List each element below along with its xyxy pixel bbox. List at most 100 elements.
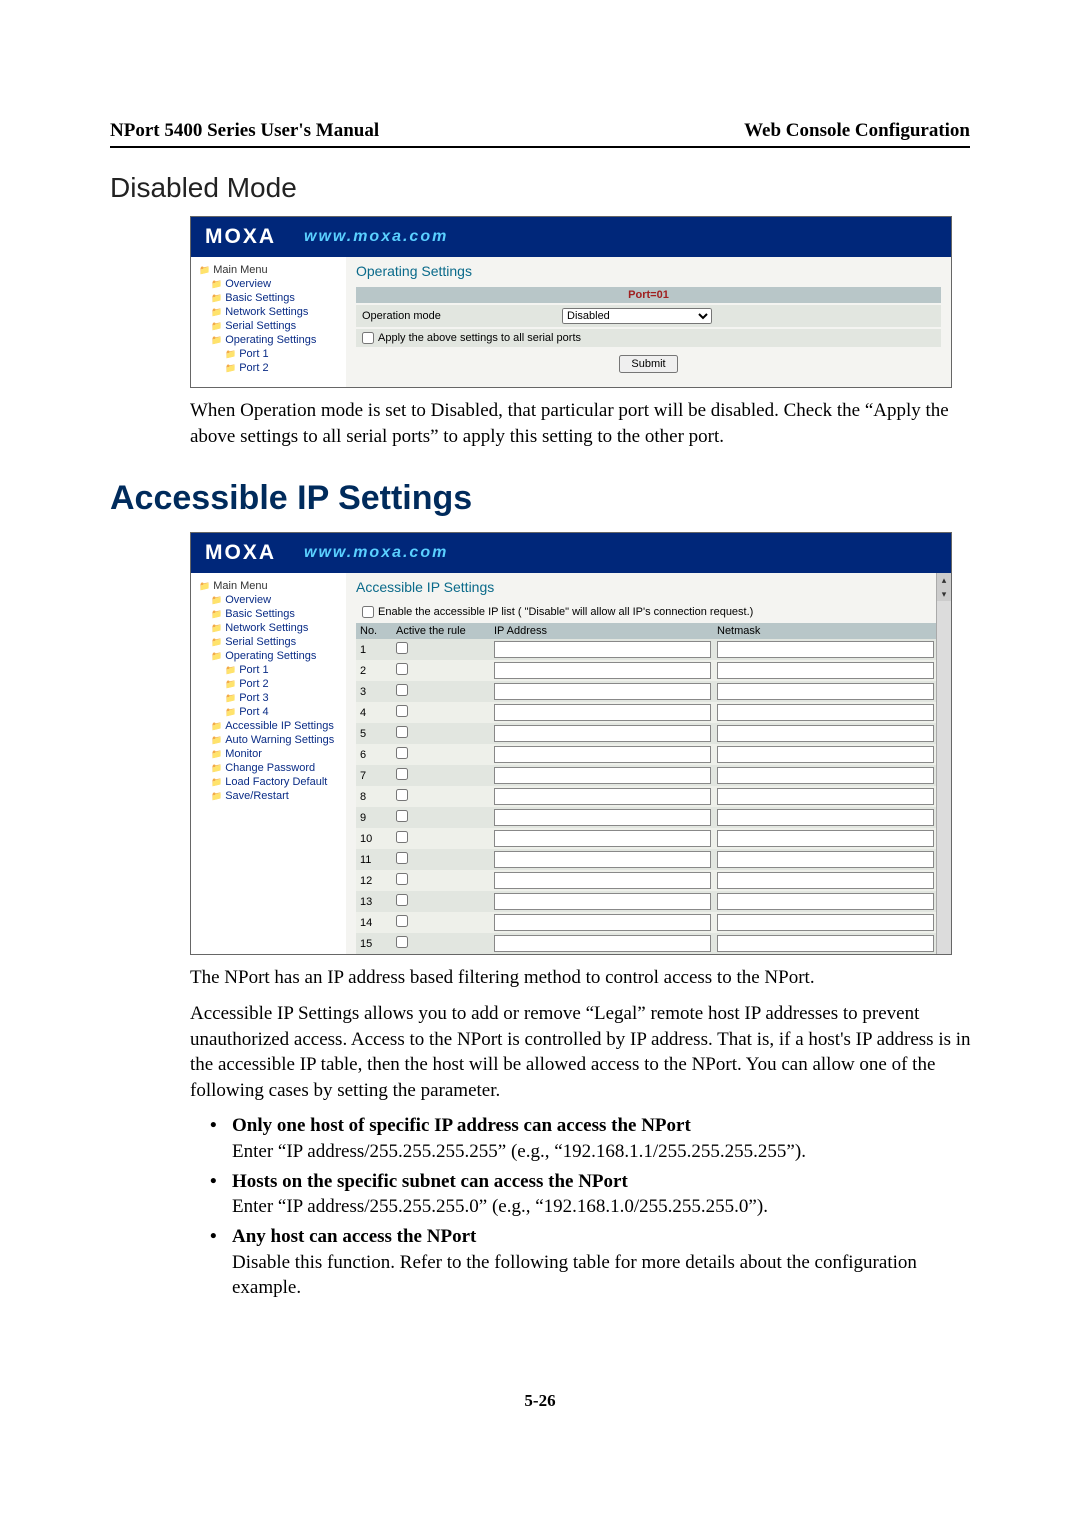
bullet-title: Only one host of specific IP address can… (232, 1115, 691, 1136)
apply-all-row: Apply the above settings to all serial p… (356, 329, 941, 347)
row-mask-input[interactable] (717, 935, 934, 952)
row-active-checkbox[interactable] (396, 831, 408, 843)
row-mask-input[interactable] (717, 914, 934, 931)
row-mask-input[interactable] (717, 893, 934, 910)
tree-item[interactable]: Port 2 (197, 677, 342, 691)
row-active-checkbox[interactable] (396, 852, 408, 864)
bullet-title: Any host can access the NPort (232, 1226, 476, 1247)
row-mask-input[interactable] (717, 809, 934, 826)
row-active-checkbox[interactable] (396, 642, 408, 654)
tree-item[interactable]: Network Settings (197, 305, 342, 319)
row-active-checkbox[interactable] (396, 726, 408, 738)
tree-item[interactable]: Network Settings (197, 621, 342, 635)
tree-item[interactable]: Port 4 (197, 705, 342, 719)
scroll-down-icon[interactable]: ▾ (937, 587, 951, 601)
row-mask-input[interactable] (717, 704, 934, 721)
row-ip-input[interactable] (494, 788, 711, 805)
tree-item[interactable]: Accessible IP Settings (197, 719, 342, 733)
tree-item[interactable]: Port 1 (197, 663, 342, 677)
apply-all-checkbox[interactable] (362, 332, 374, 344)
row-active-checkbox[interactable] (396, 894, 408, 906)
row-active-checkbox[interactable] (396, 684, 408, 696)
row-mask-input[interactable] (717, 641, 934, 658)
row-ip-input[interactable] (494, 830, 711, 847)
tree-root[interactable]: Main Menu (197, 579, 342, 593)
row-mask-input[interactable] (717, 683, 934, 700)
tree-item[interactable]: Port 1 (197, 347, 342, 361)
row-ip-input[interactable] (494, 704, 711, 721)
scroll-up-icon[interactable]: ▴ (937, 573, 951, 587)
row-active-checkbox[interactable] (396, 705, 408, 717)
submit-button[interactable] (619, 355, 677, 373)
tree-item[interactable]: Basic Settings (197, 291, 342, 305)
moxa-logo: MOXA (205, 225, 276, 249)
bullet: •Hosts on the specific subnet can access… (210, 1169, 990, 1220)
row-ip-input[interactable] (494, 641, 711, 658)
tree-item[interactable]: Port 2 (197, 361, 342, 375)
row-active-checkbox[interactable] (396, 810, 408, 822)
row-ip-cell (490, 891, 713, 912)
tree-item[interactable]: Port 3 (197, 691, 342, 705)
tree-item[interactable]: Overview (197, 593, 342, 607)
tree-item[interactable]: Monitor (197, 747, 342, 761)
row-active-checkbox[interactable] (396, 663, 408, 675)
row-ip-cell (490, 765, 713, 786)
tree-item[interactable]: Save/Restart (197, 789, 342, 803)
row-ip-cell (490, 681, 713, 702)
operation-mode-select[interactable]: Disabled (562, 308, 712, 324)
row-mask-cell (713, 849, 936, 870)
tree-item[interactable]: Operating Settings (197, 333, 342, 347)
row-active-checkbox[interactable] (396, 873, 408, 885)
row-active-checkbox[interactable] (396, 789, 408, 801)
row-ip-cell (490, 828, 713, 849)
tree-item[interactable]: Serial Settings (197, 635, 342, 649)
tree-item[interactable]: Load Factory Default (197, 775, 342, 789)
tree-item[interactable]: Auto Warning Settings (197, 733, 342, 747)
row-ip-input[interactable] (494, 935, 711, 952)
tree-item[interactable]: Serial Settings (197, 319, 342, 333)
row-active-checkbox[interactable] (396, 915, 408, 927)
tree-item[interactable]: Change Password (197, 761, 342, 775)
row-active-checkbox[interactable] (396, 747, 408, 759)
row-mask-input[interactable] (717, 746, 934, 763)
row-mask-input[interactable] (717, 830, 934, 847)
tree-item[interactable]: Overview (197, 277, 342, 291)
moxa-banner: MOXA www.moxa.com (191, 533, 951, 573)
row-ip-input[interactable] (494, 809, 711, 826)
tree-item[interactable]: Operating Settings (197, 649, 342, 663)
manual-title: NPort 5400 Series User's Manual (110, 120, 379, 142)
row-mask-input[interactable] (717, 872, 934, 889)
row-no: 13 (356, 891, 392, 912)
bullet-title: Hosts on the specific subnet can access … (232, 1171, 628, 1192)
row-ip-input[interactable] (494, 662, 711, 679)
tree-item[interactable]: Basic Settings (197, 607, 342, 621)
scrollbar[interactable]: ▴ ▾ (936, 573, 951, 954)
row-ip-input[interactable] (494, 872, 711, 889)
tree-root[interactable]: Main Menu (197, 263, 342, 277)
main-heading: Accessible IP Settings (110, 479, 970, 518)
row-mask-input[interactable] (717, 851, 934, 868)
row-ip-cell (490, 744, 713, 765)
row-ip-input[interactable] (494, 914, 711, 931)
row-mask-input[interactable] (717, 788, 934, 805)
row-active-cell (392, 744, 490, 765)
row-ip-input[interactable] (494, 725, 711, 742)
row-no: 3 (356, 681, 392, 702)
row-mask-input[interactable] (717, 725, 934, 742)
row-active-checkbox[interactable] (396, 936, 408, 948)
row-mask-input[interactable] (717, 662, 934, 679)
row-active-cell (392, 807, 490, 828)
row-ip-input[interactable] (494, 851, 711, 868)
row-ip-input[interactable] (494, 767, 711, 784)
row-ip-input[interactable] (494, 683, 711, 700)
page-number: 5-26 (110, 1391, 970, 1411)
row-ip-input[interactable] (494, 893, 711, 910)
row-ip-input[interactable] (494, 746, 711, 763)
row-active-cell (392, 681, 490, 702)
row-mask-input[interactable] (717, 767, 934, 784)
paragraph: Accessible IP Settings allows you to add… (190, 1001, 990, 1104)
enable-ip-list-checkbox[interactable] (362, 606, 374, 618)
row-active-checkbox[interactable] (396, 768, 408, 780)
row-mask-cell (713, 786, 936, 807)
row-mask-cell (713, 765, 936, 786)
